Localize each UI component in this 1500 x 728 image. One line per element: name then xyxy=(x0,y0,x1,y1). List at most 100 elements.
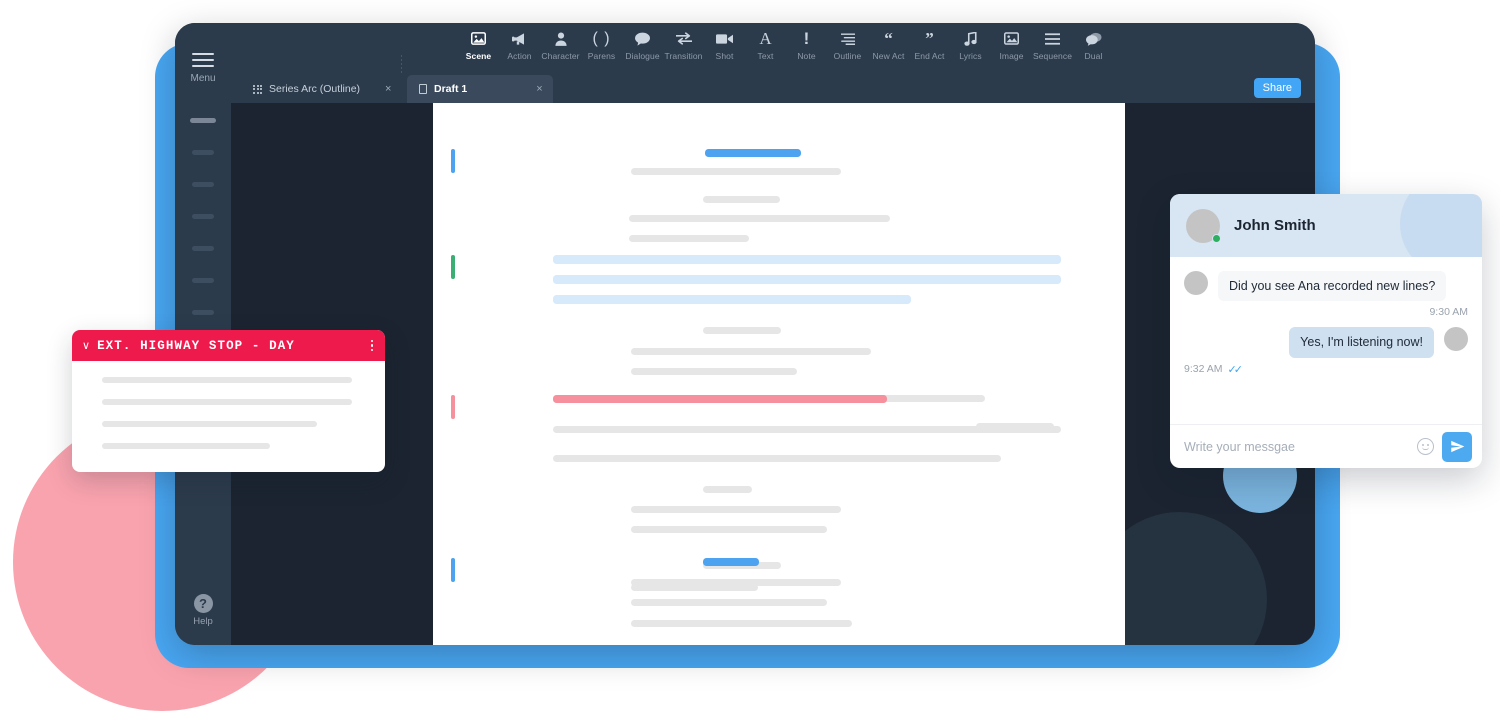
toolbar-button-label: Action xyxy=(507,51,532,61)
toolbar-button-label: Image xyxy=(999,51,1024,61)
menu-label: Menu xyxy=(190,73,216,84)
share-button[interactable]: Share xyxy=(1253,78,1301,98)
editor-toolbar: Scene Action Character ( ) Parens Dialogue Tra… xyxy=(175,23,1315,75)
toolbar-button-end-act[interactable]: ” End Act xyxy=(909,29,950,61)
message-bubble: Yes, I'm listening now! xyxy=(1289,327,1434,358)
toolbar-button-sequence[interactable]: Sequence xyxy=(1032,29,1073,61)
hamburger-lines-icon xyxy=(1045,29,1060,48)
sidebar-placeholder-items xyxy=(175,118,231,342)
avatar xyxy=(1186,208,1221,243)
sidebar-item-placeholder[interactable] xyxy=(192,246,214,251)
video-camera-icon xyxy=(716,29,733,48)
toolbar-button-dual[interactable]: Dual xyxy=(1073,29,1114,61)
message-timestamp: 9:30 AM xyxy=(1429,306,1468,319)
toolbar-button-lyrics[interactable]: Lyrics xyxy=(950,29,991,61)
message-bubble: Did you see Ana recorded new lines? xyxy=(1218,271,1447,302)
toolbar-button-scene[interactable]: Scene xyxy=(458,29,499,61)
message-outgoing: Yes, I'm listening now! xyxy=(1184,327,1468,358)
scene-card[interactable]: ∨ EXT. HIGHWAY STOP - DAY xyxy=(72,330,385,472)
toolbar-button-note[interactable]: ! Note xyxy=(786,29,827,61)
toolbar-button-action[interactable]: Action xyxy=(499,29,540,61)
open-quote-icon: “ xyxy=(884,29,893,48)
parentheses-icon: ( ) xyxy=(592,29,611,47)
exclamation-icon: ! xyxy=(803,29,810,48)
scene-heading-title: EXT. HIGHWAY STOP - DAY xyxy=(97,338,295,353)
contact-name: John Smith xyxy=(1234,217,1316,234)
help-label: Help xyxy=(193,616,213,627)
text-line-placeholder xyxy=(629,235,749,242)
toolbar-button-label: Dialogue xyxy=(625,51,660,61)
message-input[interactable]: Write your messgae xyxy=(1184,440,1409,454)
text-line-placeholder xyxy=(631,620,852,627)
message-timestamp: 9:32 AM xyxy=(1184,363,1223,375)
toolbar-items: Scene Action Character ( ) Parens Dialogue Tra… xyxy=(458,23,1114,61)
toolbar-button-image[interactable]: Image xyxy=(991,29,1032,61)
tab-bar: Series Arc (Outline) × Draft 1 × Share xyxy=(231,75,1315,103)
tab-label: Draft 1 xyxy=(434,83,468,95)
person-icon xyxy=(554,29,567,48)
document-icon xyxy=(419,84,427,94)
text-line-placeholder xyxy=(705,149,801,157)
script-document-page[interactable] xyxy=(433,103,1125,645)
toolbar-button-label: Dual xyxy=(1084,51,1103,61)
sidebar-item-placeholder[interactable] xyxy=(192,214,214,219)
swap-arrows-icon xyxy=(675,29,692,48)
block-marker xyxy=(451,558,455,582)
menu-button[interactable]: Menu xyxy=(175,53,231,84)
scene-card-header: ∨ EXT. HIGHWAY STOP - DAY xyxy=(72,330,385,361)
tab-series-arc[interactable]: Series Arc (Outline) × xyxy=(241,75,401,103)
block-marker xyxy=(451,149,455,173)
toolbar-button-label: Shot xyxy=(715,51,734,61)
text-line-placeholder xyxy=(631,506,841,513)
toolbar-button-character[interactable]: Character xyxy=(540,29,581,61)
close-icon[interactable]: × xyxy=(536,83,542,95)
align-right-icon xyxy=(840,29,855,48)
block-marker xyxy=(451,255,455,279)
close-icon[interactable]: × xyxy=(385,83,391,95)
message-incoming: Did you see Ana recorded new lines? xyxy=(1184,271,1468,302)
toolbar-button-parens[interactable]: ( ) Parens xyxy=(581,29,622,61)
toolbar-button-label: Outline xyxy=(833,51,862,61)
dual-bubbles-icon xyxy=(1085,29,1102,48)
text-line-placeholder xyxy=(631,348,871,355)
chevron-down-icon[interactable]: ∨ xyxy=(82,339,90,352)
toolbar-button-dialogue[interactable]: Dialogue xyxy=(622,29,663,61)
toolbar-button-text[interactable]: A Text xyxy=(745,29,786,61)
text-line-placeholder xyxy=(631,599,827,606)
sidebar-item-placeholder[interactable] xyxy=(192,150,214,155)
avatar xyxy=(1444,327,1468,352)
send-button[interactable] xyxy=(1442,431,1472,462)
toolbar-button-new-act[interactable]: “ New Act xyxy=(868,29,909,61)
text-line-placeholder xyxy=(631,579,841,586)
text-line-placeholder xyxy=(703,486,752,493)
text-line-placeholder xyxy=(631,168,841,175)
sidebar-item-placeholder[interactable] xyxy=(192,182,214,187)
tab-draft-1[interactable]: Draft 1 × xyxy=(407,75,553,103)
paper-plane-icon xyxy=(1450,440,1464,453)
music-note-icon xyxy=(964,29,977,48)
smiley-icon[interactable] xyxy=(1417,438,1434,455)
sidebar-item-placeholder[interactable] xyxy=(190,118,216,123)
text-line-placeholder xyxy=(553,455,1001,462)
message-meta: 9:32 AM ✓✓ xyxy=(1184,363,1468,376)
scene-text-line-placeholder xyxy=(102,399,352,405)
text-line-placeholder xyxy=(631,526,827,533)
toolbar-button-label: Transition xyxy=(664,51,703,61)
speech-bubble-icon xyxy=(635,29,650,48)
sidebar-item-placeholder[interactable] xyxy=(192,278,214,283)
chat-header: John Smith xyxy=(1170,194,1482,257)
toolbar-button-label: Character xyxy=(541,51,580,61)
toolbar-button-outline[interactable]: Outline xyxy=(827,29,868,61)
toolbar-button-shot[interactable]: Shot xyxy=(704,29,745,61)
toolbar-button-transition[interactable]: Transition xyxy=(663,29,704,61)
help-button[interactable]: ? Help xyxy=(175,594,231,627)
toolbar-button-label: Parens xyxy=(587,51,616,61)
sidebar-item-placeholder[interactable] xyxy=(192,310,214,315)
hamburger-icon xyxy=(192,53,214,71)
more-vertical-icon[interactable] xyxy=(367,338,378,354)
scene-text-line-placeholder xyxy=(102,443,270,449)
tab-label: Series Arc (Outline) xyxy=(269,83,361,95)
chat-input-bar[interactable]: Write your messgae xyxy=(1170,424,1482,468)
text-line-placeholder xyxy=(553,426,1061,433)
chat-widget: John Smith Did you see Ana recorded new … xyxy=(1170,194,1482,468)
